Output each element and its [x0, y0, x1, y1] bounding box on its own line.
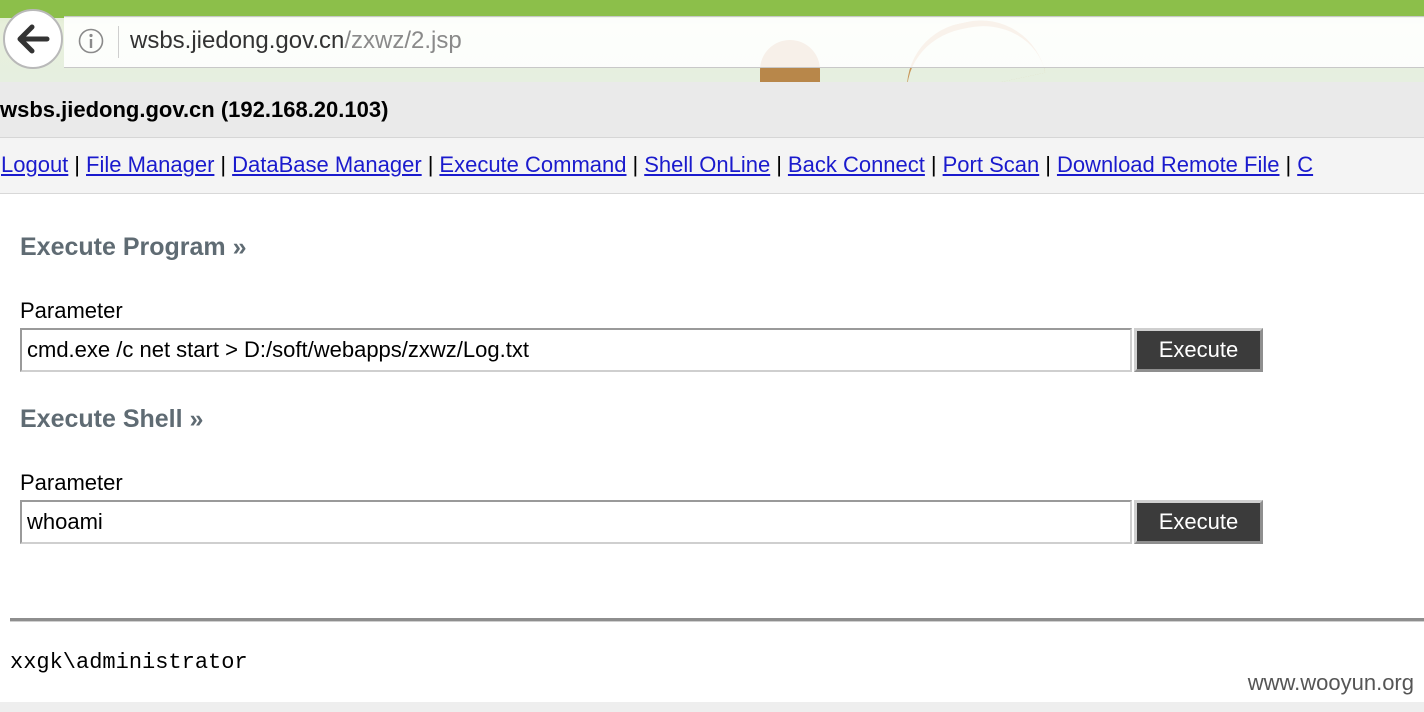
- url-text[interactable]: wsbs.jiedong.gov.cn/zxwz/2.jsp: [130, 27, 462, 55]
- command-output: xxgk\administrator: [10, 650, 248, 675]
- nav-link-download-remote-file[interactable]: Download Remote File: [1057, 152, 1280, 177]
- output-divider: [10, 618, 1424, 622]
- execute-program-title: Execute Program »: [20, 233, 247, 261]
- nav-link-execute-command[interactable]: Execute Command: [439, 152, 626, 177]
- nav-separator: |: [632, 152, 639, 177]
- program-parameter-label: Parameter: [20, 298, 123, 323]
- program-parameter-input[interactable]: [20, 328, 1132, 372]
- nav-separator: |: [930, 152, 937, 177]
- bottom-strip: [0, 702, 1424, 712]
- nav-separator: |: [1045, 152, 1051, 177]
- nav-link-back-connect[interactable]: Back Connect: [788, 152, 925, 177]
- nav-link-file-manager[interactable]: File Manager: [86, 152, 214, 177]
- nav-separator: |: [427, 152, 434, 177]
- nav-link-shell-online[interactable]: Shell OnLine: [644, 152, 770, 177]
- url-host: wsbs.jiedong.gov.cn: [130, 27, 345, 54]
- url-path: /zxwz/2.jsp: [344, 27, 462, 54]
- watermark: www.wooyun.org: [1247, 670, 1414, 695]
- execute-shell-button[interactable]: Execute: [1134, 500, 1263, 544]
- execute-shell-title: Execute Shell »: [20, 405, 204, 433]
- nav-separator: |: [1285, 152, 1292, 177]
- shell-parameter-input[interactable]: [20, 500, 1132, 544]
- nav-link-port-scan[interactable]: Port Scan: [943, 152, 1040, 177]
- host-title: wsbs.jiedong.gov.cn (192.168.20.103): [0, 97, 389, 122]
- nav-links: Logout | File Manager | DataBase Manager | Exe…: [1, 152, 1313, 178]
- shell-parameter-label: Parameter: [20, 470, 123, 495]
- nav-bar: Logout | File Manager | DataBase Manager | Exe…: [0, 138, 1424, 194]
- arrow-left-icon: [17, 24, 50, 54]
- nav-separator: |: [776, 152, 782, 177]
- nav-link-logout[interactable]: Logout: [1, 152, 68, 177]
- site-header: wsbs.jiedong.gov.cn (192.168.20.103): [0, 82, 1424, 138]
- info-icon[interactable]: [78, 28, 104, 54]
- nav-link-database-manager[interactable]: DataBase Manager: [232, 152, 422, 177]
- nav-separator: |: [220, 152, 227, 177]
- back-button[interactable]: [3, 9, 63, 69]
- execute-program-button[interactable]: Execute: [1134, 328, 1263, 372]
- browser-toolbar: wsbs.jiedong.gov.cn/zxwz/2.jsp: [0, 0, 1424, 82]
- url-divider: [118, 26, 119, 58]
- nav-link-c[interactable]: C: [1297, 152, 1313, 177]
- nav-separator: |: [74, 152, 81, 177]
